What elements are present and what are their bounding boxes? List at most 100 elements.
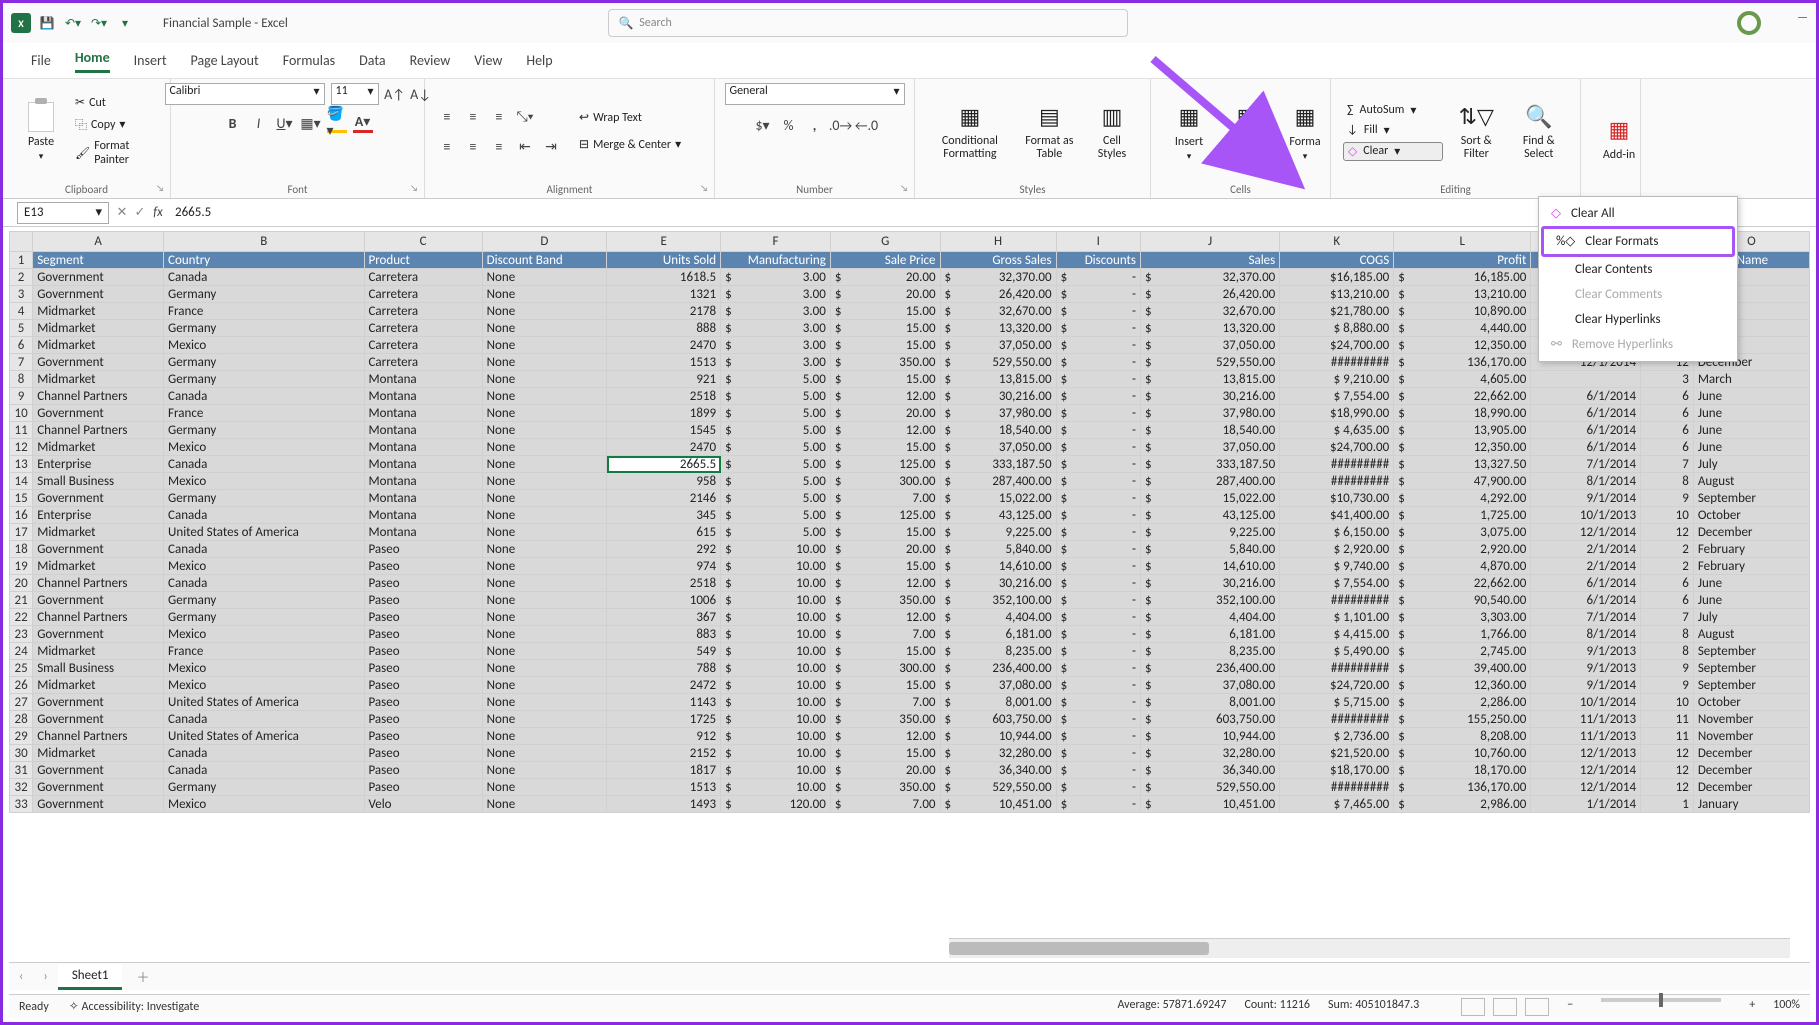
bold-button[interactable]: B [223, 113, 243, 133]
cell[interactable]: Carretera [364, 269, 482, 286]
cell[interactable]: July [1693, 456, 1809, 473]
cell[interactable]: Midmarket [33, 558, 164, 575]
cell[interactable]: $14,610.00 [940, 558, 1056, 575]
cell[interactable]: $22,662.00 [1394, 388, 1531, 405]
cell[interactable]: Government [33, 796, 164, 813]
cell[interactable]: 6/1/2014 [1531, 592, 1641, 609]
cell[interactable]: $- [1056, 609, 1140, 626]
cell[interactable]: None [482, 524, 607, 541]
cell[interactable]: Channel Partners [33, 575, 164, 592]
cell[interactable]: Canada [164, 456, 364, 473]
cell[interactable]: 883 [607, 626, 721, 643]
cell[interactable]: 7 [1641, 609, 1694, 626]
cell[interactable]: $22,662.00 [1394, 575, 1531, 592]
header-cell[interactable]: Discount Band [482, 252, 607, 269]
cell[interactable]: Paseo [364, 592, 482, 609]
cell[interactable]: $3.00 [721, 337, 831, 354]
qat-customize-icon[interactable]: ▾ [115, 13, 135, 33]
sort-filter-button[interactable]: ⇅▽Sort & Filter [1449, 99, 1504, 163]
cell[interactable]: $43,125.00 [940, 507, 1056, 524]
cell[interactable]: Government [33, 592, 164, 609]
fill-color-button[interactable]: 🪣▾ [327, 113, 347, 133]
tab-view[interactable]: View [474, 52, 502, 69]
cell[interactable]: $236,400.00 [1140, 660, 1279, 677]
cell[interactable]: Enterprise [33, 507, 164, 524]
cell[interactable]: $2,286.00 [1394, 694, 1531, 711]
cell[interactable]: 3 [1641, 371, 1694, 388]
cell[interactable]: Montana [364, 473, 482, 490]
cell[interactable]: $5.00 [721, 507, 831, 524]
cell[interactable]: Small Business [33, 660, 164, 677]
cell[interactable]: Montana [364, 456, 482, 473]
row-header-17[interactable]: 17 [10, 524, 33, 541]
header-cell[interactable]: Segment [33, 252, 164, 269]
cell[interactable]: 1513 [607, 779, 721, 796]
new-sheet-button[interactable]: ＋ [136, 967, 149, 986]
cell[interactable]: Germany [164, 490, 364, 507]
cell[interactable]: 1 [1641, 796, 1694, 813]
cell[interactable]: None [482, 473, 607, 490]
cell[interactable]: None [482, 490, 607, 507]
cell[interactable]: None [482, 677, 607, 694]
cell[interactable]: $37,080.00 [1140, 677, 1279, 694]
cell[interactable]: June [1693, 388, 1809, 405]
cell[interactable]: 11/1/2013 [1531, 711, 1641, 728]
cell[interactable]: None [482, 762, 607, 779]
cell[interactable]: None [482, 439, 607, 456]
cell[interactable]: Germany [164, 779, 364, 796]
cell[interactable]: France [164, 303, 364, 320]
cell[interactable]: 2518 [607, 575, 721, 592]
comma-button[interactable]: , [805, 115, 825, 135]
row-header-1[interactable]: 1 [10, 252, 33, 269]
cell[interactable]: $10,760.00 [1394, 745, 1531, 762]
inc-decimal-button[interactable]: .0→ [831, 115, 851, 135]
cell[interactable]: None [482, 405, 607, 422]
zoom-out-button[interactable]: − [1567, 998, 1573, 1016]
align-center-icon[interactable]: ≡ [463, 136, 483, 156]
cell[interactable]: Montana [364, 524, 482, 541]
horizontal-scrollbar[interactable] [949, 938, 1790, 958]
cell[interactable]: 9/1/2013 [1531, 643, 1641, 660]
header-cell[interactable]: Country [164, 252, 364, 269]
cell[interactable]: 6/1/2014 [1531, 388, 1641, 405]
cell[interactable]: $- [1056, 762, 1140, 779]
cell[interactable]: $- [1056, 507, 1140, 524]
save-icon[interactable]: 💾 [37, 13, 57, 33]
cell[interactable]: 912 [607, 728, 721, 745]
cell[interactable]: $- [1056, 626, 1140, 643]
cell[interactable]: $ 9,740.00 [1280, 558, 1394, 575]
cell[interactable]: $15,022.00 [1140, 490, 1279, 507]
cell[interactable]: Germany [164, 354, 364, 371]
cell[interactable]: $12,350.00 [1394, 439, 1531, 456]
cell[interactable]: $15.00 [830, 303, 940, 320]
cell[interactable]: $5,840.00 [1140, 541, 1279, 558]
tab-file[interactable]: File [31, 52, 51, 69]
sheet-nav-next[interactable]: › [33, 969, 57, 984]
cell[interactable]: 2/1/2014 [1531, 558, 1641, 575]
cell[interactable]: $15,022.00 [940, 490, 1056, 507]
cell[interactable]: $4,605.00 [1394, 371, 1531, 388]
cell[interactable]: None [482, 575, 607, 592]
cell[interactable]: $350.00 [830, 592, 940, 609]
cell[interactable]: 549 [607, 643, 721, 660]
fill-button[interactable]: ↓Fill ▾ [1343, 122, 1443, 139]
cell[interactable]: $- [1056, 303, 1140, 320]
cell[interactable]: Canada [164, 388, 364, 405]
cell[interactable]: $4,292.00 [1394, 490, 1531, 507]
cell[interactable]: $ 2,920.00 [1280, 541, 1394, 558]
cell[interactable]: $37,050.00 [1140, 337, 1279, 354]
cell[interactable]: $3,075.00 [1394, 524, 1531, 541]
cell[interactable]: $20.00 [830, 541, 940, 558]
cell[interactable]: $10.00 [721, 694, 831, 711]
cell[interactable]: $236,400.00 [940, 660, 1056, 677]
cell[interactable]: Mexico [164, 439, 364, 456]
cell-styles-button[interactable]: ▥Cell Styles [1086, 99, 1138, 163]
cell[interactable]: 788 [607, 660, 721, 677]
cell[interactable]: Channel Partners [33, 609, 164, 626]
cell[interactable]: 1899 [607, 405, 721, 422]
cell[interactable]: $603,750.00 [940, 711, 1056, 728]
row-header-29[interactable]: 29 [10, 728, 33, 745]
cell[interactable]: $13,327.50 [1394, 456, 1531, 473]
cell[interactable]: None [482, 694, 607, 711]
align-bottom-icon[interactable]: ≡ [489, 106, 509, 126]
